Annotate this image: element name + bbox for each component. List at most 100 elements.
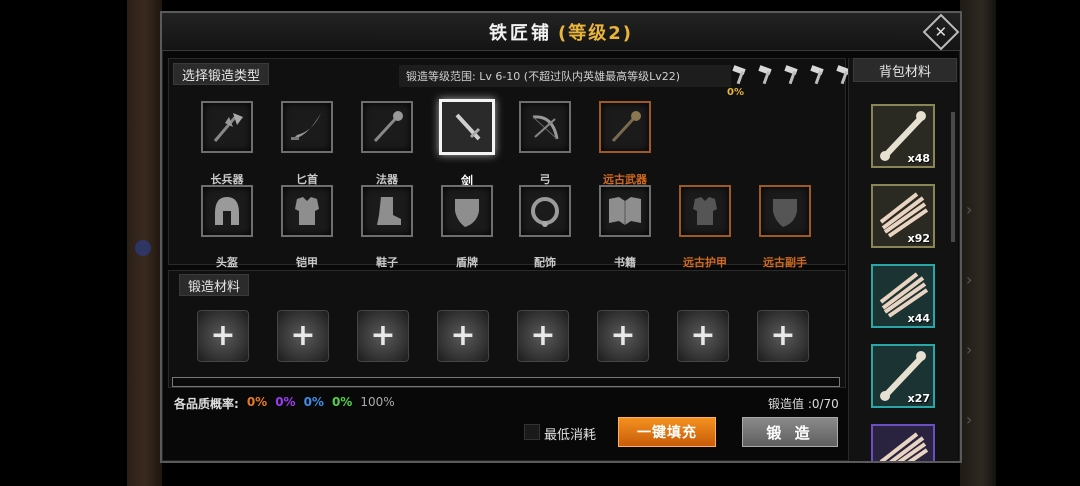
necklace-icon (531, 197, 559, 227)
plus-icon: + (770, 318, 796, 353)
type-slot-ancient-armor[interactable] (679, 185, 731, 237)
type-slot-book[interactable] (599, 185, 651, 237)
bag-title: 背包材料 (853, 58, 957, 82)
halberd-icon (213, 113, 243, 142)
dagger-icon (291, 113, 321, 140)
type-slot-dagger[interactable] (281, 101, 333, 153)
min-cost-label: 最低消耗 (544, 428, 597, 443)
hammer-icon (783, 63, 805, 85)
plus-icon: + (530, 318, 556, 353)
type-label: 书籍 (614, 256, 636, 269)
material-slot-3[interactable]: + (357, 310, 409, 362)
staff-icon (373, 111, 403, 143)
item-count: x48 (907, 152, 930, 165)
type-slot-bow[interactable] (519, 101, 571, 153)
quality-label: 各品质概率: (174, 397, 239, 411)
forge-type-label: 选择锻造类型 (173, 63, 270, 85)
forge-level-range: 锻造等级范围: Lv 6-10 (不超过队内英雄最高等级Lv22) (399, 65, 731, 87)
panel-level: (等级2) (558, 22, 633, 44)
forge-material-section: 锻造材料 + + + + + + + + (168, 270, 846, 388)
material-slot-8[interactable]: + (757, 310, 809, 362)
success-percent: 0% (727, 87, 744, 98)
background-left-edge (127, 0, 162, 486)
type-slot-polearm[interactable] (201, 101, 253, 153)
panel-title: 铁匠铺 (489, 22, 552, 44)
blacksmith-panel: 铁匠铺 (等级2) ✕ 选择锻造类型 锻造等级范围: Lv 6-10 (不超过队… (160, 11, 962, 463)
bow-icon (532, 115, 559, 140)
type-slot-sword[interactable] (439, 99, 495, 155)
quality-green-value: 0% (331, 395, 353, 409)
hammer-icon (809, 63, 831, 85)
auto-fill-button[interactable]: 一键填充 (618, 417, 716, 447)
ancient-armor-icon (693, 197, 717, 225)
type-slot-ancient-offhand[interactable] (759, 185, 811, 237)
plus-icon: + (290, 318, 316, 353)
close-button[interactable]: ✕ (922, 13, 960, 51)
side-arrow-icon: › (966, 200, 973, 219)
hammer-icon (731, 63, 753, 85)
side-arrow-icon: › (966, 340, 973, 359)
hammer-rating (731, 63, 850, 89)
type-slot-armor[interactable] (281, 185, 333, 237)
fur-icon (879, 432, 929, 461)
type-slot-staff[interactable] (361, 101, 413, 153)
min-cost-checkbox[interactable] (524, 424, 540, 440)
type-label: 头盔 (216, 256, 238, 269)
type-label: 鞋子 (376, 256, 398, 269)
type-slot-helmet[interactable] (201, 185, 253, 237)
forge-material-label: 锻造材料 (179, 274, 250, 296)
bag-item-bone-rare[interactable]: x27 (871, 344, 935, 408)
material-slot-7[interactable]: + (677, 310, 729, 362)
type-slot-ancient-weapon[interactable] (599, 101, 651, 153)
boot-icon (377, 197, 401, 225)
shield-icon (455, 199, 479, 227)
bag-item-fur-rare[interactable]: x44 (871, 264, 935, 328)
forge-type-section: 选择锻造类型 锻造等级范围: Lv 6-10 (不超过队内英雄最高等级Lv22)… (168, 58, 850, 269)
quality-orange-value: 0% (246, 395, 268, 409)
quality-white-value: 100% (360, 395, 395, 409)
plus-icon: + (690, 318, 716, 353)
quality-probabilities: 各品质概率: 0% 0% 0% 0% 100% (174, 395, 395, 412)
armor-icon (295, 197, 319, 225)
ancient-weapon-icon (611, 111, 641, 143)
side-arrow-icon: › (966, 410, 973, 429)
item-count: x27 (907, 392, 930, 405)
quality-blue-value: 0% (303, 395, 324, 409)
title-bar: 铁匠铺 (等级2) ✕ (162, 13, 960, 51)
forge-button[interactable]: 锻 造 (742, 417, 838, 447)
book-icon (609, 197, 641, 225)
material-slot-2[interactable]: + (277, 310, 329, 362)
material-slot-6[interactable]: + (597, 310, 649, 362)
type-label: 远古副手 (763, 256, 807, 269)
side-arrow-icon: › (966, 270, 973, 289)
bag-materials-panel: 背包材料 x48 x92 x44 x27 (848, 58, 958, 461)
bag-item-fur-epic[interactable] (871, 424, 935, 461)
plus-icon: + (450, 318, 476, 353)
ancient-offhand-icon (773, 199, 797, 227)
type-label: 铠甲 (296, 256, 318, 269)
item-count: x92 (907, 232, 930, 245)
plus-icon: + (210, 318, 236, 353)
type-slot-shield[interactable] (441, 185, 493, 237)
plus-icon: + (610, 318, 636, 353)
quality-purple-value: 0% (275, 395, 296, 409)
forge-progress-bar (172, 377, 840, 387)
type-label: 盾牌 (456, 256, 478, 269)
type-label: 配饰 (534, 256, 556, 269)
close-icon: ✕ (934, 22, 948, 41)
hammer-icon (757, 63, 779, 85)
bag-scrollbar[interactable] (951, 112, 955, 242)
bag-item-bone[interactable]: x48 (871, 104, 935, 168)
helmet-icon (215, 197, 239, 225)
material-slot-4[interactable]: + (437, 310, 489, 362)
type-label: 远古护甲 (683, 256, 727, 269)
forge-value: 锻造值 :0/70 (768, 397, 839, 411)
sword-icon (455, 113, 481, 141)
bag-item-fur[interactable]: x92 (871, 184, 935, 248)
type-slot-boots[interactable] (361, 185, 413, 237)
material-slot-5[interactable]: + (517, 310, 569, 362)
type-slot-accessory[interactable] (519, 185, 571, 237)
item-count: x44 (907, 312, 930, 325)
material-slot-1[interactable]: + (197, 310, 249, 362)
plus-icon: + (370, 318, 396, 353)
